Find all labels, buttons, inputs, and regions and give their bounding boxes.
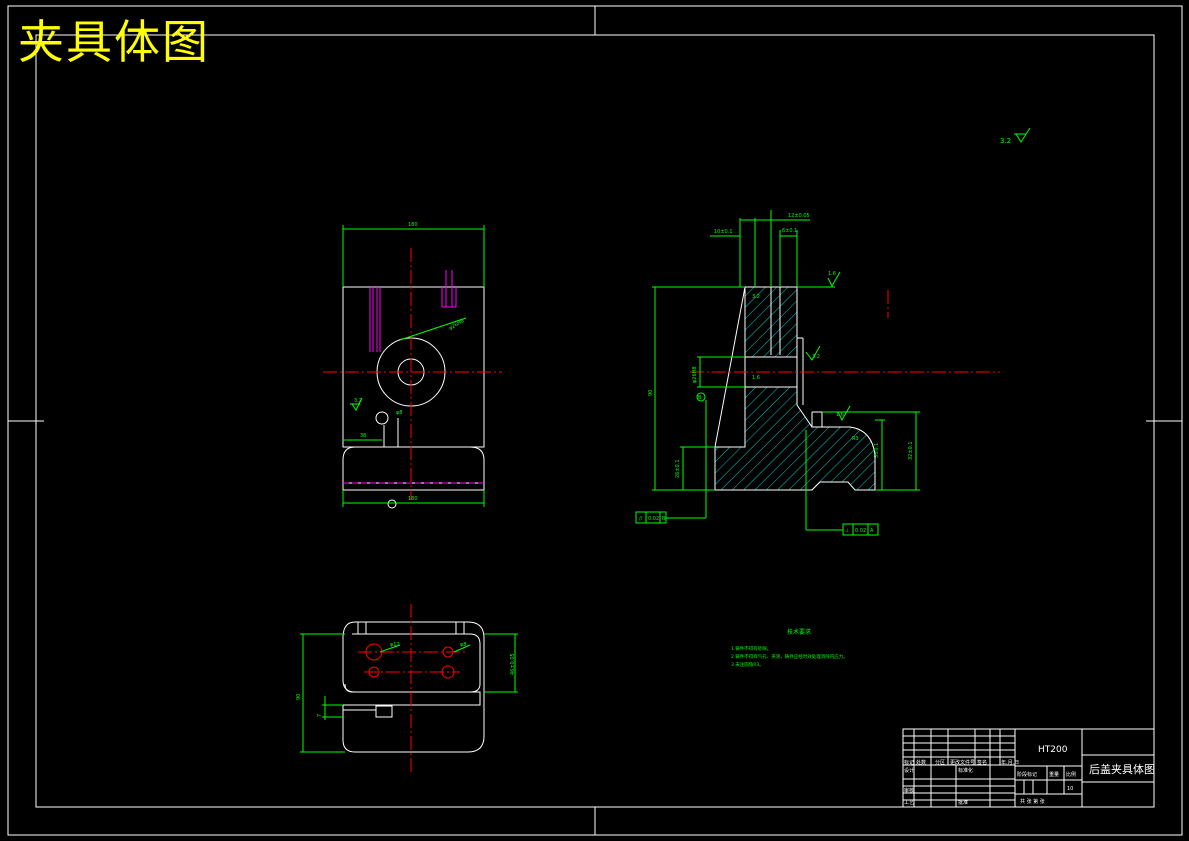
material-label: HT200 bbox=[1038, 745, 1068, 755]
svg-text:1.6: 1.6 bbox=[828, 271, 836, 277]
tb-design: 设计 bbox=[904, 767, 914, 774]
tb-review: 审核 bbox=[904, 787, 914, 794]
svg-text:φ26H8: φ26H8 bbox=[692, 366, 698, 383]
svg-text:180: 180 bbox=[408, 496, 418, 502]
svg-text:38: 38 bbox=[360, 433, 366, 439]
tb-sheets: 共 张 第 张 bbox=[1020, 798, 1045, 805]
svg-text:7: 7 bbox=[317, 714, 323, 717]
svg-text:3.2: 3.2 bbox=[812, 354, 820, 360]
roughness-value: 3.2 bbox=[1000, 137, 1011, 145]
svg-text:φ8: φ8 bbox=[460, 642, 466, 648]
part-name: 后盖夹具体图 bbox=[1089, 762, 1155, 776]
svg-text:46±0.05: 46±0.05 bbox=[510, 653, 516, 675]
tb-mark: 标记 bbox=[904, 759, 914, 766]
svg-text:φ12: φ12 bbox=[390, 642, 400, 648]
tech-req-line-1: 1.铸件不得有砂眼。 bbox=[731, 645, 771, 652]
tb-approve: 批准 bbox=[958, 799, 968, 806]
tb-process: 工艺 bbox=[904, 800, 914, 806]
svg-text:5±0.1: 5±0.1 bbox=[874, 443, 880, 458]
tb-sheet-value: 10 bbox=[1067, 786, 1073, 792]
tech-req-line-3: 3.未注圆角R3。 bbox=[731, 661, 764, 668]
svg-text:6±0.1: 6±0.1 bbox=[782, 228, 797, 234]
svg-text:10±0.1: 10±0.1 bbox=[714, 229, 733, 235]
svg-text:90: 90 bbox=[296, 694, 302, 700]
tb-ratio: 比例 bbox=[1066, 771, 1076, 778]
tb-standard: 标准化 bbox=[958, 767, 973, 774]
tb-weight: 重量 bbox=[1049, 771, 1059, 778]
svg-text:B: B bbox=[698, 395, 702, 401]
svg-text://: // bbox=[639, 516, 643, 522]
svg-text:12±0.05: 12±0.05 bbox=[788, 213, 810, 219]
svg-text:90: 90 bbox=[648, 390, 654, 396]
svg-text:R3: R3 bbox=[852, 436, 859, 442]
tb-stage-mark: 阶段标记 bbox=[1017, 771, 1037, 778]
svg-text:B: B bbox=[662, 516, 666, 522]
svg-text:180: 180 bbox=[408, 222, 418, 228]
cad-drawing: 3.2 180 180 38 φ26H8 3.2 φ8 90 26±0.1 φ2… bbox=[0, 0, 1189, 841]
tb-date: 年.月.日 bbox=[1001, 759, 1019, 766]
svg-text:26±0.1: 26±0.1 bbox=[675, 459, 681, 478]
svg-text:⊥: ⊥ bbox=[845, 528, 849, 534]
tb-count: 处数 bbox=[916, 759, 926, 766]
svg-text:3.2: 3.2 bbox=[752, 294, 760, 300]
tb-sign: 签名 bbox=[977, 759, 987, 766]
svg-text:1.6: 1.6 bbox=[752, 375, 760, 381]
svg-text:1.6: 1.6 bbox=[836, 412, 844, 418]
tb-zone: 分区 bbox=[935, 759, 945, 766]
svg-text:3.2: 3.2 bbox=[354, 398, 362, 404]
tech-req-line-2: 2.铸件不得有气孔、夹渣，铸件应经时效处理消除内应力。 bbox=[731, 653, 848, 660]
drawing-title: 夹具体图 bbox=[18, 15, 210, 69]
svg-text:32±0.1: 32±0.1 bbox=[908, 441, 914, 460]
tech-req-title: 技术要求 bbox=[787, 628, 811, 636]
tb-doc-no: 更改文件号 bbox=[950, 759, 975, 766]
svg-text:0.02: 0.02 bbox=[855, 528, 866, 534]
svg-text:φ8: φ8 bbox=[396, 410, 402, 416]
svg-text:0.02: 0.02 bbox=[648, 516, 659, 522]
svg-text:A: A bbox=[870, 528, 874, 534]
